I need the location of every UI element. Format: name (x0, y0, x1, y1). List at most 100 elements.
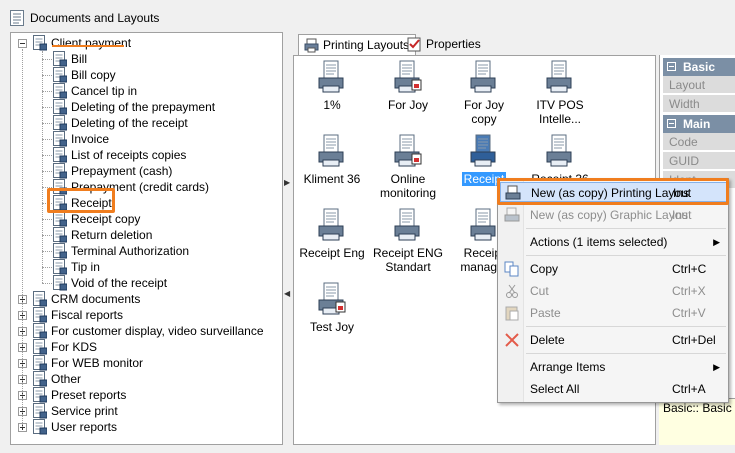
tab-printing-layouts[interactable]: Printing Layouts (298, 34, 417, 57)
document-icon (53, 131, 68, 147)
printer-layout-icon (318, 60, 346, 94)
document-icon (53, 227, 68, 243)
printer-layout-icon (318, 134, 346, 168)
tree-item-for-web-monitor[interactable]: For WEB monitor (11, 355, 282, 371)
menu-item-copy[interactable]: Copy Ctrl+C (500, 259, 728, 279)
property-category-main[interactable]: Main (663, 115, 735, 133)
printer-icon (304, 38, 319, 53)
tree-item-label: Terminal Authorization (71, 244, 190, 258)
tree-item-for-customer-display-video-surveillance[interactable]: For customer display, video surveillance (11, 323, 282, 339)
document-icon (33, 323, 48, 339)
copy-icon (504, 261, 520, 277)
document-icon (33, 403, 48, 419)
document-icon (53, 211, 68, 227)
tree-item-preset-reports[interactable]: Preset reports (11, 387, 282, 403)
layout-item-itv-pos-intelle[interactable]: ITV POS Intelle... (524, 60, 596, 130)
tree-connector (42, 251, 52, 252)
tree-item-crm-documents[interactable]: CRM documents (11, 291, 282, 307)
menu-item-new-as-copy-graphic-layout[interactable]: New (as copy) Graphic Layout Ins (500, 205, 728, 225)
tab-bar: Printing Layouts Properties (296, 32, 735, 57)
document-icon (53, 99, 68, 115)
menu-item-label: Arrange Items (530, 360, 606, 374)
properties-icon (407, 37, 421, 52)
window-title: Documents and Layouts (30, 11, 160, 25)
layout-item-kliment-36[interactable]: Kliment 36 (296, 134, 368, 204)
documents-tree[interactable]: Client payment Bill Bill copy Cancel tip in… (10, 32, 283, 445)
tree-item-label: Prepayment (cash) (71, 164, 173, 178)
tree-item-other[interactable]: Other (11, 371, 282, 387)
tree-connector (42, 267, 52, 268)
menu-item-shortcut: Ins (672, 208, 689, 222)
property-row-guid[interactable]: GUID (663, 152, 735, 170)
layout-name-line2: monitoring (379, 186, 437, 200)
tree-item-for-kds[interactable]: For KDS (11, 339, 282, 355)
document-icon (53, 115, 68, 131)
printer-layout-icon (394, 208, 422, 242)
menu-item-arrange-items[interactable]: Arrange Items ▶ (500, 357, 728, 377)
layout-name: Test Joy (309, 320, 354, 334)
menu-item-label: New (as copy) Graphic Layout (530, 208, 692, 222)
layout-name: 1% (323, 98, 341, 112)
tree-connector (42, 107, 52, 108)
category-label: Main (683, 117, 711, 131)
property-row-width[interactable]: Width (663, 95, 735, 113)
document-icon (33, 371, 48, 387)
tree-item-client-payment[interactable]: Client payment (11, 35, 282, 51)
menu-item-label: Actions (1 items selected) (530, 235, 668, 249)
tree-connector (42, 51, 43, 283)
layout-name-line2: Intelle... (538, 112, 582, 126)
layout-item-receipt-eng[interactable]: Receipt Eng (296, 208, 368, 278)
collapse-icon[interactable] (18, 39, 27, 48)
menu-item-shortcut: Ctrl+A (672, 382, 706, 396)
paste-icon (504, 305, 520, 321)
layout-item-online-monitoring[interactable]: Online monitoring (372, 134, 444, 204)
document-icon (53, 83, 68, 99)
document-icon (53, 275, 68, 291)
printer-layout-icon (470, 208, 498, 242)
document-icon (53, 163, 68, 179)
layout-item-receipt-eng-standart[interactable]: Receipt ENG Standart (372, 208, 444, 278)
delete-icon (504, 332, 520, 348)
tree-item-user-reports[interactable]: User reports (11, 419, 282, 435)
tree-item-label: Bill copy (71, 68, 116, 82)
layout-caption: Receipt Eng (296, 246, 368, 260)
document-icon (53, 259, 68, 275)
tree-connector (42, 59, 52, 60)
document-icon (53, 51, 68, 67)
tree-connector (42, 75, 52, 76)
layout-item-for-joy-copy[interactable]: For Joy copy (448, 60, 520, 130)
tree-connector (42, 91, 52, 92)
document-icon (33, 307, 48, 323)
tree-item-service-print[interactable]: Service print (11, 403, 282, 419)
document-icon (10, 10, 24, 26)
tree-item-label: Tip in (71, 260, 100, 274)
layout-item-1[interactable]: 1% (296, 60, 368, 130)
layout-caption: For Joy (372, 98, 444, 112)
annotation-box-menu-item (497, 178, 729, 205)
menu-item-select-all[interactable]: Select All Ctrl+A (500, 379, 728, 399)
tree-item-label: For KDS (51, 340, 98, 354)
property-row-code[interactable]: Code (663, 133, 735, 151)
menu-item-paste[interactable]: Paste Ctrl+V (500, 303, 728, 323)
chevron-left-icon: ◀ (284, 289, 291, 298)
menu-item-cut[interactable]: Cut Ctrl+X (500, 281, 728, 301)
layout-name: Kliment 36 (303, 172, 361, 186)
printer-layout-icon (394, 134, 422, 168)
property-row-layout[interactable]: Layout (663, 76, 735, 94)
submenu-arrow-icon: ▶ (713, 237, 720, 247)
menu-item-delete[interactable]: Delete Ctrl+Del (500, 330, 728, 350)
panel-splitter[interactable]: ▶ ◀ (283, 32, 293, 445)
layout-name-line2: Standart (385, 260, 431, 274)
layout-caption: Test Joy (296, 320, 368, 334)
menu-item-actions-1-items-selected[interactable]: Actions (1 items selected) ▶ (500, 232, 728, 252)
context-menu[interactable]: New (as copy) Printing Layout Ins New (as … (497, 178, 729, 403)
printer-layout-icon (546, 134, 574, 168)
layout-item-test-joy[interactable]: Test Joy (296, 282, 368, 352)
property-label: GUID (669, 154, 699, 168)
tree-item-fiscal-reports[interactable]: Fiscal reports (11, 307, 282, 323)
tab-properties[interactable]: Properties (402, 34, 487, 56)
layout-item-for-joy[interactable]: For Joy (372, 60, 444, 130)
layout-name-line2: copy (471, 112, 497, 126)
document-icon (33, 387, 48, 403)
property-category-basic[interactable]: Basic (663, 58, 735, 76)
